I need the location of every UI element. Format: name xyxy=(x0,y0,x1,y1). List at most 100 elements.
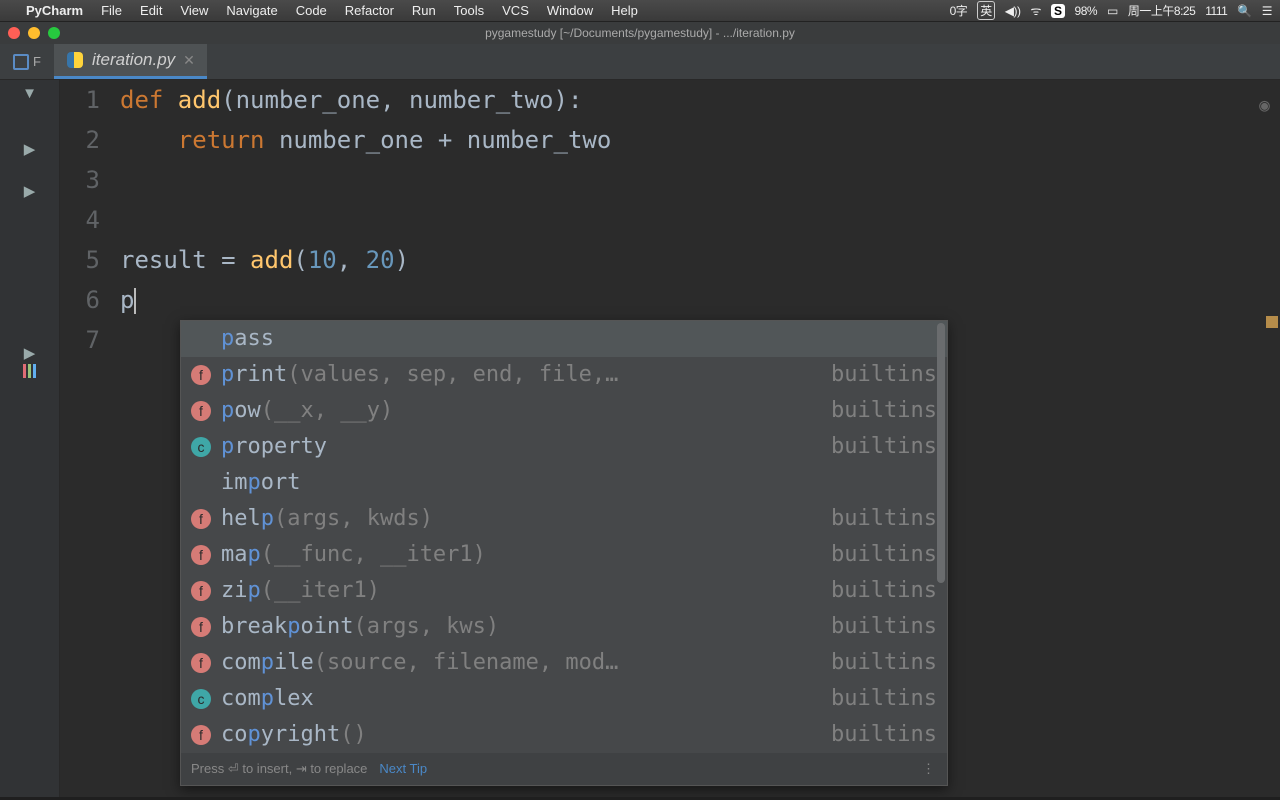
menu-vcs[interactable]: VCS xyxy=(502,3,529,18)
zoom-window-button[interactable] xyxy=(48,27,60,39)
code-content[interactable]: def add(number_one, number_two): xyxy=(120,80,1280,120)
line-number: 6 xyxy=(60,280,120,320)
autocomplete-origin: builtins xyxy=(831,499,937,539)
autocomplete-item[interactable]: f copyright() builtins xyxy=(181,717,947,753)
autocomplete-origin: builtins xyxy=(831,535,937,575)
status-volume[interactable]: ◀)) xyxy=(1005,4,1021,18)
menu-help[interactable]: Help xyxy=(611,3,638,18)
code-line[interactable]: 3 xyxy=(60,160,1280,200)
menu-run[interactable]: Run xyxy=(412,3,436,18)
menu-window[interactable]: Window xyxy=(547,3,593,18)
function-badge-icon: f xyxy=(191,725,211,745)
battery-icon: ▭ xyxy=(1107,4,1118,18)
autocomplete-origin: builtins xyxy=(831,355,937,395)
autocomplete-item[interactable]: cpropertybuiltins xyxy=(181,429,947,465)
autocomplete-popup: passfprint(values, sep, end, file,…built… xyxy=(180,320,948,786)
structure-collapse-icon[interactable]: ▼ xyxy=(22,85,37,102)
autocomplete-item[interactable]: fbreakpoint(args, kws)builtins xyxy=(181,609,947,645)
autocomplete-item[interactable]: f compile(source, filename, mod…builtins xyxy=(181,645,947,681)
macos-menubar: PyCharm File Edit View Navigate Code Ref… xyxy=(0,0,1280,22)
line-number: 3 xyxy=(60,160,120,200)
autocomplete-label: pow(__x, __y) xyxy=(221,391,821,431)
autocomplete-item[interactable]: pass xyxy=(181,321,947,357)
run-marker-icon-2[interactable]: ▶ xyxy=(24,182,36,200)
code-line[interactable]: 1def add(number_one, number_two): xyxy=(60,80,1280,120)
autocomplete-item[interactable]: f map(__func, __iter1)builtins xyxy=(181,537,947,573)
code-line[interactable]: 4 xyxy=(60,200,1280,240)
autocomplete-label: copyright() xyxy=(221,715,821,753)
function-badge-icon: f xyxy=(191,509,211,529)
code-content[interactable]: p xyxy=(120,280,1280,320)
code-content[interactable] xyxy=(120,160,1280,200)
autocomplete-item[interactable]: fzip(__iter1)builtins xyxy=(181,573,947,609)
keyword-badge-icon xyxy=(191,329,211,349)
code-line[interactable]: 6p xyxy=(60,280,1280,320)
minimize-window-button[interactable] xyxy=(28,27,40,39)
code-content[interactable]: return number_one + number_two xyxy=(120,120,1280,160)
status-datetime[interactable]: 周一上午8:25 xyxy=(1128,2,1195,19)
autocomplete-label: map(__func, __iter1) xyxy=(221,535,821,575)
run-marker-icon-3[interactable]: ▶ xyxy=(24,344,36,362)
autocomplete-origin: builtins xyxy=(831,679,937,719)
coverage-icon[interactable] xyxy=(23,364,36,378)
menu-tools[interactable]: Tools xyxy=(454,3,484,18)
close-window-button[interactable] xyxy=(8,27,20,39)
code-editor[interactable]: ◉ 1def add(number_one, number_two):2 ret… xyxy=(60,80,1280,800)
line-number: 7 xyxy=(60,320,120,360)
file-tab-iteration[interactable]: iteration.py ✕ xyxy=(54,44,207,79)
run-marker-icon[interactable]: ▶ xyxy=(24,140,36,158)
autocomplete-item[interactable]: ccomplexbuiltins xyxy=(181,681,947,717)
status-ime1[interactable]: 0字 xyxy=(950,2,968,19)
code-line[interactable]: 5result = add(10, 20) xyxy=(60,240,1280,280)
autocomplete-label: compile(source, filename, mod… xyxy=(221,643,821,683)
autocomplete-origin: builtins xyxy=(831,643,937,683)
window-title: pygamestudy [~/Documents/pygamestudy] - … xyxy=(485,26,795,40)
status-app-icon[interactable]: S xyxy=(1051,4,1065,18)
close-tab-button[interactable]: ✕ xyxy=(183,52,195,69)
menu-navigate[interactable]: Navigate xyxy=(226,3,277,18)
autocomplete-item[interactable]: f print(values, sep, end, file,…builtins xyxy=(181,357,947,393)
autocomplete-item[interactable]: fpow(__x, __y)builtins xyxy=(181,393,947,429)
autocomplete-item[interactable]: f help(args, kwds)builtins xyxy=(181,501,947,537)
menu-code[interactable]: Code xyxy=(296,3,327,18)
status-ime4[interactable]: 英 xyxy=(977,1,995,20)
autocomplete-label: help(args, kwds) xyxy=(221,499,821,539)
next-tip-link[interactable]: Next Tip xyxy=(379,749,427,789)
control-center-icon[interactable]: ☰ xyxy=(1262,4,1272,18)
function-badge-icon: f xyxy=(191,617,211,637)
menu-refactor[interactable]: Refactor xyxy=(345,3,394,18)
keyword-badge-icon xyxy=(191,473,211,493)
text-caret xyxy=(134,288,136,314)
function-badge-icon: f xyxy=(191,545,211,565)
autocomplete-more-icon[interactable]: ⋮ xyxy=(922,749,937,789)
code-line[interactable]: 2 return number_one + number_two xyxy=(60,120,1280,160)
code-content[interactable] xyxy=(120,200,1280,240)
menu-view[interactable]: View xyxy=(180,3,208,18)
autocomplete-label: print(values, sep, end, file,… xyxy=(221,355,821,395)
function-badge-icon: f xyxy=(191,365,211,385)
autocomplete-origin: builtins xyxy=(831,427,937,467)
status-extra: 1111 xyxy=(1205,4,1227,18)
autocomplete-label: pass xyxy=(221,321,927,359)
window-titlebar: pygamestudy [~/Documents/pygamestudy] - … xyxy=(0,22,1280,44)
spotlight-icon[interactable]: 🔍 xyxy=(1237,4,1251,18)
file-tab-label: iteration.py xyxy=(92,50,175,70)
autocomplete-scrollbar[interactable] xyxy=(937,323,945,583)
autocomplete-origin: builtins xyxy=(831,607,937,647)
line-number: 1 xyxy=(60,80,120,120)
menu-edit[interactable]: Edit xyxy=(140,3,162,18)
menubar-app-name[interactable]: PyCharm xyxy=(26,3,83,18)
autocomplete-origin: builtins xyxy=(831,715,937,753)
project-tool-tab[interactable]: F xyxy=(0,44,54,79)
menu-file[interactable]: File xyxy=(101,3,122,18)
autocomplete-origin: builtins xyxy=(831,391,937,431)
wifi-icon[interactable]: ᯤ xyxy=(1031,2,1041,19)
autocomplete-label: complex xyxy=(221,679,821,719)
code-content[interactable]: result = add(10, 20) xyxy=(120,240,1280,280)
function-badge-icon: f xyxy=(191,653,211,673)
autocomplete-origin: builtins xyxy=(831,571,937,611)
autocomplete-item[interactable]: import xyxy=(181,465,947,501)
line-number: 5 xyxy=(60,240,120,280)
autocomplete-label: zip(__iter1) xyxy=(221,571,821,611)
left-gutter-panel: ▼ ▶ ▶ ▶ xyxy=(0,80,60,800)
